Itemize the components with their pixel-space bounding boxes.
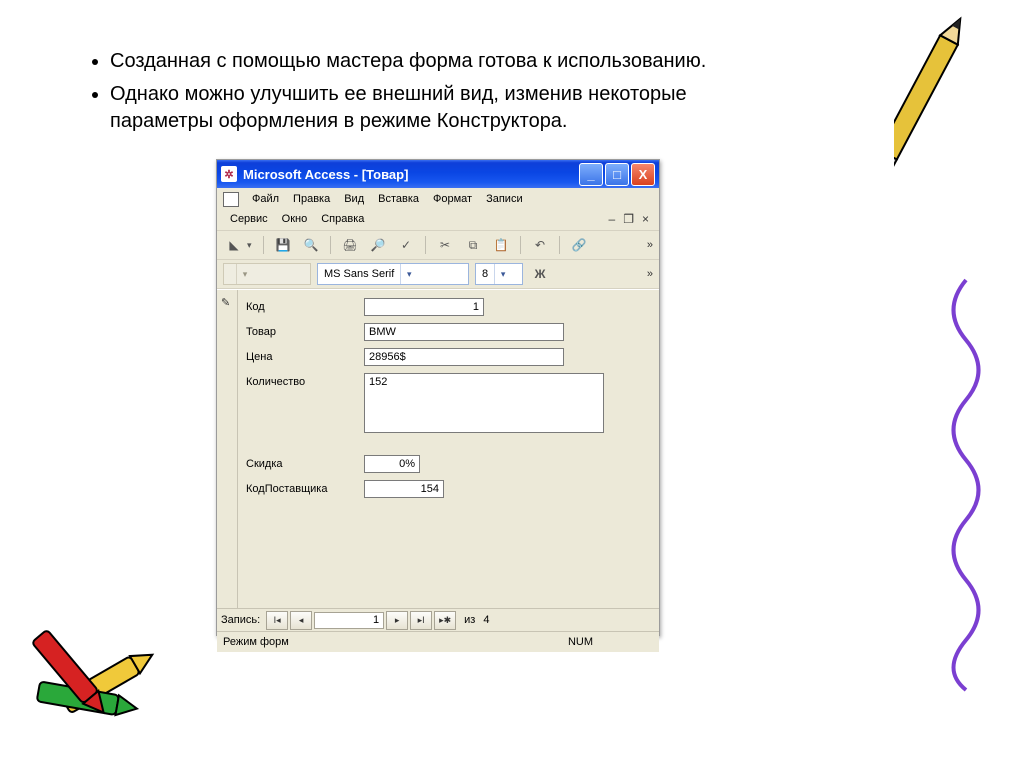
nav-position-input[interactable] (314, 612, 384, 629)
bullet-1: Созданная с помощью мастера форма готова… (110, 48, 790, 75)
menu-records[interactable]: Записи (479, 191, 530, 207)
menu-edit[interactable]: Правка (286, 191, 337, 207)
title-bar[interactable]: ✲ Microsoft Access - [Товар] _ □ X (217, 160, 659, 188)
menu-view[interactable]: Вид (337, 191, 371, 207)
close-button[interactable]: X (631, 163, 655, 186)
view-button[interactable]: ◣ (223, 234, 245, 256)
crayons-art (18, 578, 198, 758)
nav-of-label: из (464, 614, 475, 626)
formatting-toolbar: ▾ MS Sans Serif ▾ 8 ▾ Ж » (217, 260, 659, 289)
menu-format[interactable]: Формат (426, 191, 479, 207)
window-title: Microsoft Access - [Товар] (243, 167, 579, 182)
status-bar: Режим форм NUM (217, 631, 659, 652)
menu-help[interactable]: Справка (314, 211, 371, 227)
format-overflow-icon[interactable]: » (647, 268, 653, 280)
save-button[interactable]: 💾 (272, 234, 294, 256)
search-button[interactable]: 🔍 (300, 234, 322, 256)
mdi-restore-icon[interactable]: ❐ (623, 212, 634, 226)
menu-bar: Файл Правка Вид Вставка Формат Записи Се… (217, 188, 659, 231)
toolbar-overflow-icon[interactable]: » (647, 239, 653, 251)
menu-insert[interactable]: Вставка (371, 191, 426, 207)
font-name: MS Sans Serif (318, 268, 400, 280)
mdi-minimize-icon[interactable]: – (609, 212, 616, 226)
access-window: ✲ Microsoft Access - [Товар] _ □ X Файл … (216, 159, 660, 636)
pencil-squiggle-art (894, 10, 1014, 270)
menu-tools[interactable]: Сервис (223, 211, 275, 227)
label-tovar: Товар (246, 323, 364, 338)
cut-button[interactable]: ✂ (434, 234, 456, 256)
record-navigator: Запись: I◂ ◂ ▸ ▸I ▸✱ из 4 (217, 608, 659, 631)
paste-button[interactable]: 📋 (490, 234, 512, 256)
maximize-button[interactable]: □ (605, 163, 629, 186)
nav-last-button[interactable]: ▸I (410, 611, 432, 630)
print-button[interactable]: 🖨 (339, 234, 361, 256)
input-kodpost[interactable] (364, 480, 444, 498)
label-cena: Цена (246, 348, 364, 363)
link-button[interactable]: 🔗 (568, 234, 590, 256)
nav-next-button[interactable]: ▸ (386, 611, 408, 630)
font-size: 8 (476, 268, 494, 280)
chevron-down-icon: ▾ (494, 264, 511, 284)
mdi-close-icon[interactable]: × (642, 212, 649, 226)
bold-button[interactable]: Ж (529, 263, 551, 285)
minimize-button[interactable]: _ (579, 163, 603, 186)
nav-prev-button[interactable]: ◂ (290, 611, 312, 630)
input-kod[interactable] (364, 298, 484, 316)
nav-first-button[interactable]: I◂ (266, 611, 288, 630)
chevron-down-icon: ▾ (236, 264, 253, 284)
input-skidka[interactable] (364, 455, 420, 473)
copy-button[interactable]: ⧉ (462, 234, 484, 256)
input-kolvo[interactable] (364, 373, 604, 433)
record-selector[interactable]: ✎ (217, 290, 238, 608)
chevron-down-icon: ▾ (400, 264, 417, 284)
status-mode: Режим форм (223, 636, 289, 648)
object-combo[interactable]: ▾ (223, 263, 311, 285)
spellcheck-button[interactable]: ✓ (395, 234, 417, 256)
nav-label: Запись: (221, 614, 260, 626)
size-combo[interactable]: 8 ▾ (475, 263, 523, 285)
bullet-2: Однако можно улучшить ее внешний вид, из… (110, 81, 790, 135)
squiggle-art (936, 270, 996, 700)
menu-window[interactable]: Окно (275, 211, 315, 227)
access-app-icon: ✲ (221, 166, 237, 182)
slide-text: Созданная с помощью мастера форма готова… (90, 48, 790, 141)
standard-toolbar: ◣▾ 💾 🔍 🖨 🔎 ✓ ✂ ⧉ 📋 ↶ 🔗 » (217, 231, 659, 260)
status-num: NUM (568, 636, 593, 648)
input-tovar[interactable] (364, 323, 564, 341)
form-icon (223, 192, 239, 207)
nav-total: 4 (483, 614, 489, 626)
chevron-down-icon[interactable]: ▾ (247, 240, 255, 251)
label-kod: Код (246, 298, 364, 313)
font-combo[interactable]: MS Sans Serif ▾ (317, 263, 469, 285)
label-kodpost: КодПоставщика (246, 480, 364, 495)
preview-button[interactable]: 🔎 (367, 234, 389, 256)
menu-file[interactable]: Файл (245, 191, 286, 207)
label-skidka: Скидка (246, 455, 364, 470)
label-kolvo: Количество (246, 373, 364, 388)
undo-button[interactable]: ↶ (529, 234, 551, 256)
edit-pencil-icon: ✎ (221, 296, 230, 309)
nav-new-button[interactable]: ▸✱ (434, 611, 456, 630)
input-cena[interactable] (364, 348, 564, 366)
form-area: ✎ Код Товар Цена Количество (217, 289, 659, 608)
